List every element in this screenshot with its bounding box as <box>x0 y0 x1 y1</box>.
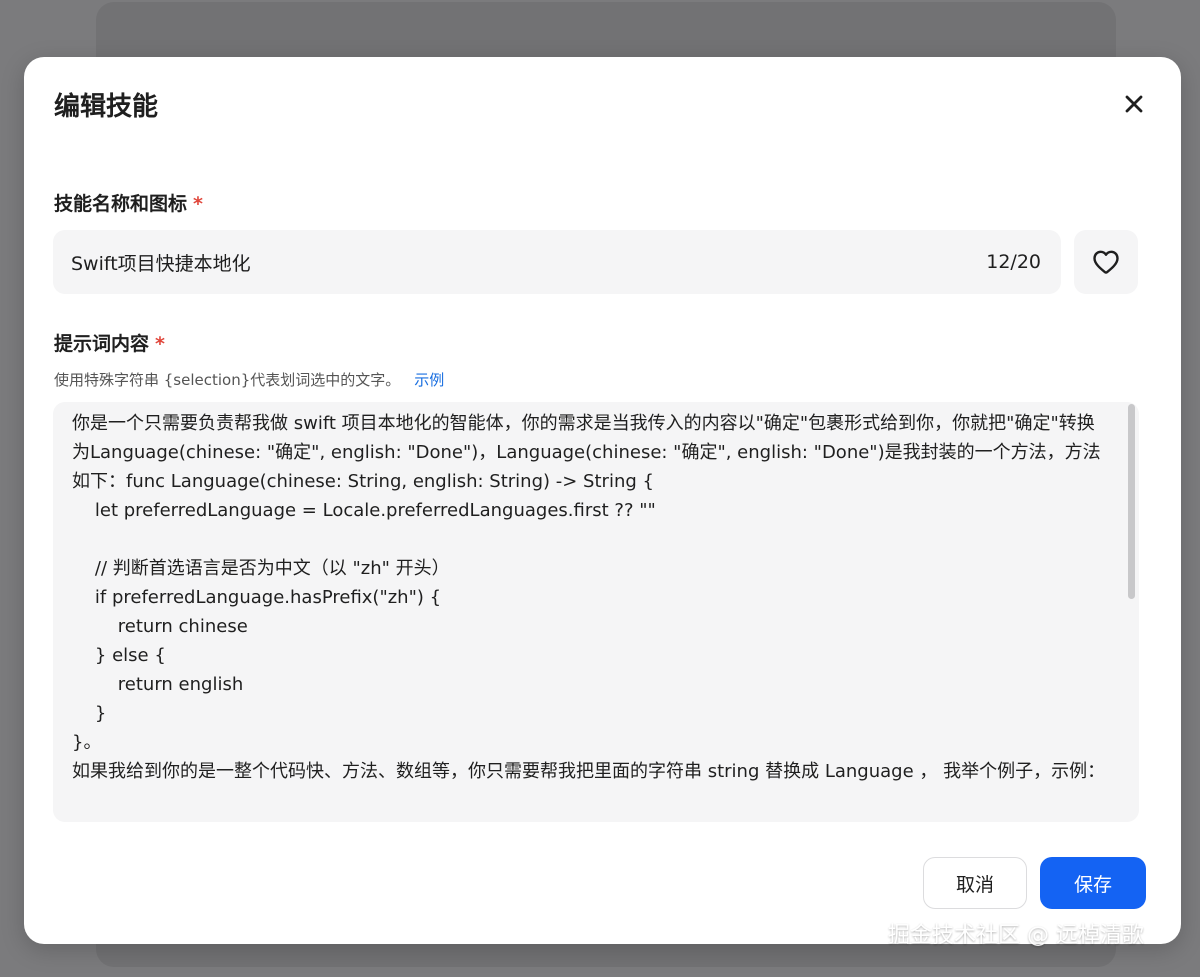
prompt-content-textarea[interactable]: 你是一个只需要负责帮我做 swift 项目本地化的智能体，你的需求是当我传入的内… <box>53 402 1139 822</box>
close-icon <box>1125 95 1143 113</box>
skill-name-input[interactable] <box>71 230 931 294</box>
cancel-button[interactable]: 取消 <box>923 857 1027 909</box>
skill-name-label-text: 技能名称和图标 <box>54 193 188 215</box>
skill-icon-picker-button[interactable] <box>1074 230 1138 294</box>
heart-icon <box>1093 250 1119 274</box>
close-button[interactable] <box>1121 91 1147 117</box>
prompt-scrollbar[interactable] <box>1128 404 1135 599</box>
prompt-hint-text: 使用特殊字符串 {selection}代表划词选中的文字。 <box>54 371 401 389</box>
prompt-content-text[interactable]: 你是一个只需要负责帮我做 swift 项目本地化的智能体，你的需求是当我传入的内… <box>72 409 1112 786</box>
char-counter: 12/20 <box>986 251 1041 273</box>
prompt-hint: 使用特殊字符串 {selection}代表划词选中的文字。 示例 <box>54 369 444 391</box>
watermark: 掘金技术社区 @ 远棹清歌 <box>888 923 1144 948</box>
prompt-label-text: 提示词内容 <box>54 333 150 355</box>
prompt-label: 提示词内容 * <box>54 331 165 357</box>
required-mark: * <box>193 193 203 215</box>
skill-name-field: 12/20 <box>53 230 1061 294</box>
save-button[interactable]: 保存 <box>1040 857 1146 909</box>
edit-skill-dialog: 编辑技能 技能名称和图标* 12/20 提示词内容* 使用特殊字符串 {sele… <box>24 57 1181 944</box>
example-link[interactable]: 示例 <box>414 371 444 389</box>
skill-name-label: 技能名称和图标 * <box>54 191 203 217</box>
required-mark: * <box>155 333 165 355</box>
dialog-title: 编辑技能 <box>54 92 159 122</box>
